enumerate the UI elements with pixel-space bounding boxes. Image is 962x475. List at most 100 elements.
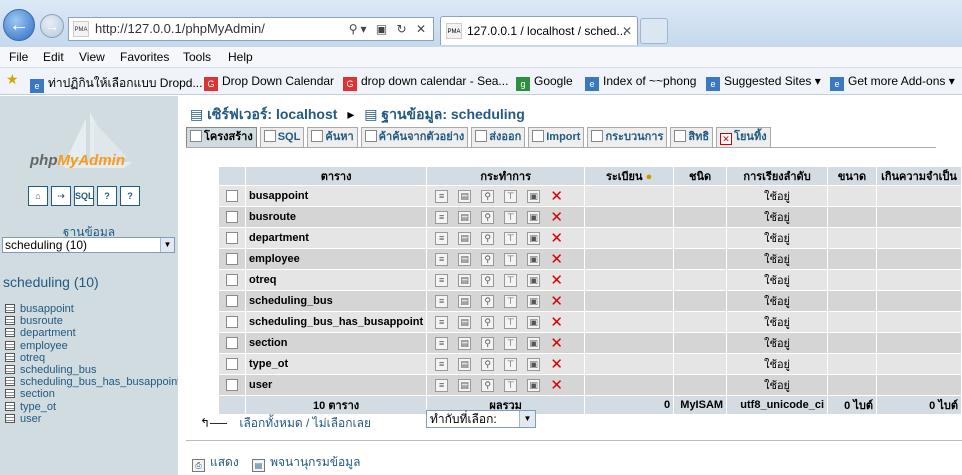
sidebar-table-item[interactable]: employee <box>5 340 180 352</box>
table-icon[interactable] <box>5 316 15 326</box>
breadcrumb-database[interactable]: ฐานข้อมูล: scheduling <box>381 106 524 122</box>
insert-icon[interactable]: ⊤ <box>504 315 518 329</box>
tab-import[interactable]: Import <box>528 127 585 147</box>
table-icon[interactable] <box>5 389 15 399</box>
browse-icon[interactable]: ≡ <box>435 315 449 329</box>
drop-table-icon[interactable]: ✕ <box>550 294 563 309</box>
row-checkbox[interactable] <box>219 228 245 248</box>
menu-tools[interactable]: Tools <box>183 50 211 64</box>
table-icon[interactable] <box>5 328 15 338</box>
empty-icon[interactable]: ▣ <box>527 231 541 245</box>
row-checkbox[interactable] <box>219 375 245 395</box>
header-collation[interactable]: การเรียงลำดับ <box>727 167 828 185</box>
table-icon[interactable] <box>5 413 15 423</box>
structure-icon[interactable]: ▤ <box>458 336 472 350</box>
back-button[interactable]: ← <box>3 9 35 41</box>
address-bar[interactable]: PMA http://127.0.0.1/phpMyAdmin/ ⚲▾ ▣ ↻ … <box>68 17 434 41</box>
table-icon[interactable] <box>5 377 15 387</box>
empty-icon[interactable]: ▣ <box>527 357 541 371</box>
forward-button[interactable]: → <box>40 14 64 38</box>
header-rows[interactable]: ระเบียน ● <box>585 167 674 185</box>
insert-icon[interactable]: ⊤ <box>504 357 518 371</box>
data-dictionary-link[interactable]: ▤ พจนานุกรมข้อมูล <box>252 455 360 472</box>
table-name[interactable]: department <box>245 228 427 248</box>
tab-close-icon[interactable]: ✕ <box>622 17 632 45</box>
header-overhead[interactable]: เกินความจำเป็น <box>877 167 961 185</box>
favorite-link[interactable]: e Index of ~~phong <box>585 74 696 91</box>
with-selected-select[interactable]: ทำกับที่เลือก: ▼ <box>426 410 536 428</box>
drop-table-icon[interactable]: ✕ <box>550 336 563 351</box>
structure-icon[interactable]: ▤ <box>458 315 472 329</box>
tab-operations[interactable]: กระบวนการ <box>587 127 668 147</box>
drop-table-icon[interactable]: ✕ <box>550 189 563 204</box>
database-select[interactable]: scheduling (10) ▼ <box>2 237 175 253</box>
sidebar-table-item[interactable]: busappoint <box>5 303 180 315</box>
sidebar-table-item[interactable]: scheduling_bus <box>5 364 180 376</box>
tab-structure[interactable]: โครงสร้าง <box>186 127 257 147</box>
menu-help[interactable]: Help <box>228 50 253 64</box>
search-icon[interactable]: ⚲ <box>481 378 495 392</box>
table-name[interactable]: scheduling_bus <box>245 291 427 311</box>
favorite-link[interactable]: e Get more Add-ons ▾ <box>830 74 955 91</box>
table-name[interactable]: scheduling_bus_has_busappoint <box>245 312 427 332</box>
favorite-link[interactable]: e Suggested Sites ▾ <box>706 74 821 91</box>
table-name[interactable]: section <box>245 333 427 353</box>
tab-search[interactable]: ค้นหา <box>307 127 358 147</box>
empty-icon[interactable]: ▣ <box>527 273 541 287</box>
sidebar-table-item[interactable]: scheduling_bus_has_busappoint <box>5 376 180 388</box>
insert-icon[interactable]: ⊤ <box>504 252 518 266</box>
structure-icon[interactable]: ▤ <box>458 231 472 245</box>
browse-icon[interactable]: ≡ <box>435 231 449 245</box>
favorite-link[interactable]: G Drop Down Calendar <box>204 74 334 91</box>
home-icon[interactable]: ⌂ <box>28 186 48 206</box>
row-checkbox[interactable] <box>219 186 245 206</box>
favorites-star-icon[interactable]: ★ <box>6 71 19 88</box>
empty-icon[interactable]: ▣ <box>527 336 541 350</box>
structure-icon[interactable]: ▤ <box>458 210 472 224</box>
favorite-link[interactable]: e ท่าปฏิกินให้เลือกแบบ Dropd... <box>30 74 202 93</box>
browse-icon[interactable]: ≡ <box>435 273 449 287</box>
browse-icon[interactable]: ≡ <box>435 378 449 392</box>
help-icon[interactable]: ● <box>646 171 653 183</box>
table-name[interactable]: otreq <box>245 270 427 290</box>
sql-query-icon[interactable]: SQL <box>74 186 94 206</box>
header-size[interactable]: ขนาด <box>828 167 877 185</box>
logout-icon[interactable]: ⇢ <box>51 186 71 206</box>
row-checkbox[interactable] <box>219 291 245 311</box>
menu-favorites[interactable]: Favorites <box>120 50 169 64</box>
table-icon[interactable] <box>5 401 15 411</box>
table-icon[interactable] <box>5 352 15 362</box>
drop-table-icon[interactable]: ✕ <box>550 252 563 267</box>
sidebar-db-title[interactable]: scheduling (10) <box>3 274 99 290</box>
drop-table-icon[interactable]: ✕ <box>550 210 563 225</box>
empty-icon[interactable]: ▣ <box>527 378 541 392</box>
tab-export[interactable]: ส่งออก <box>471 127 526 147</box>
phpmyadmin-logo-text[interactable]: phpMyAdmin <box>30 152 125 169</box>
empty-icon[interactable]: ▣ <box>527 294 541 308</box>
favorite-link[interactable]: g Google <box>516 74 573 91</box>
header-type[interactable]: ชนิด <box>674 167 727 185</box>
search-icon[interactable]: ⚲ <box>481 252 495 266</box>
empty-icon[interactable]: ▣ <box>527 189 541 203</box>
sidebar-table-item[interactable]: section <box>5 388 180 400</box>
chevron-down-icon[interactable]: ▼ <box>160 238 174 252</box>
table-name[interactable]: employee <box>245 249 427 269</box>
breadcrumb-server[interactable]: เซิร์ฟเวอร์: localhost <box>207 106 337 122</box>
empty-icon[interactable]: ▣ <box>527 210 541 224</box>
structure-icon[interactable]: ▤ <box>458 378 472 392</box>
drop-table-icon[interactable]: ✕ <box>550 231 563 246</box>
new-tab-button[interactable] <box>640 18 668 44</box>
favorite-link[interactable]: Gdrop down calendar - Sea... <box>343 74 508 91</box>
print-view-link[interactable]: ⎙ แสดง <box>192 455 239 472</box>
tab-drop[interactable]: ✕ โยนทิ้ง <box>716 127 771 147</box>
drop-table-icon[interactable]: ✕ <box>550 315 563 330</box>
row-checkbox[interactable] <box>219 333 245 353</box>
table-icon[interactable] <box>5 364 15 374</box>
tab-sql[interactable]: SQL <box>259 127 305 147</box>
table-name[interactable]: busroute <box>245 207 427 227</box>
insert-icon[interactable]: ⊤ <box>504 378 518 392</box>
structure-icon[interactable]: ▤ <box>458 294 472 308</box>
drop-table-icon[interactable]: ✕ <box>550 357 563 372</box>
insert-icon[interactable]: ⊤ <box>504 294 518 308</box>
drop-table-icon[interactable]: ✕ <box>550 273 563 288</box>
